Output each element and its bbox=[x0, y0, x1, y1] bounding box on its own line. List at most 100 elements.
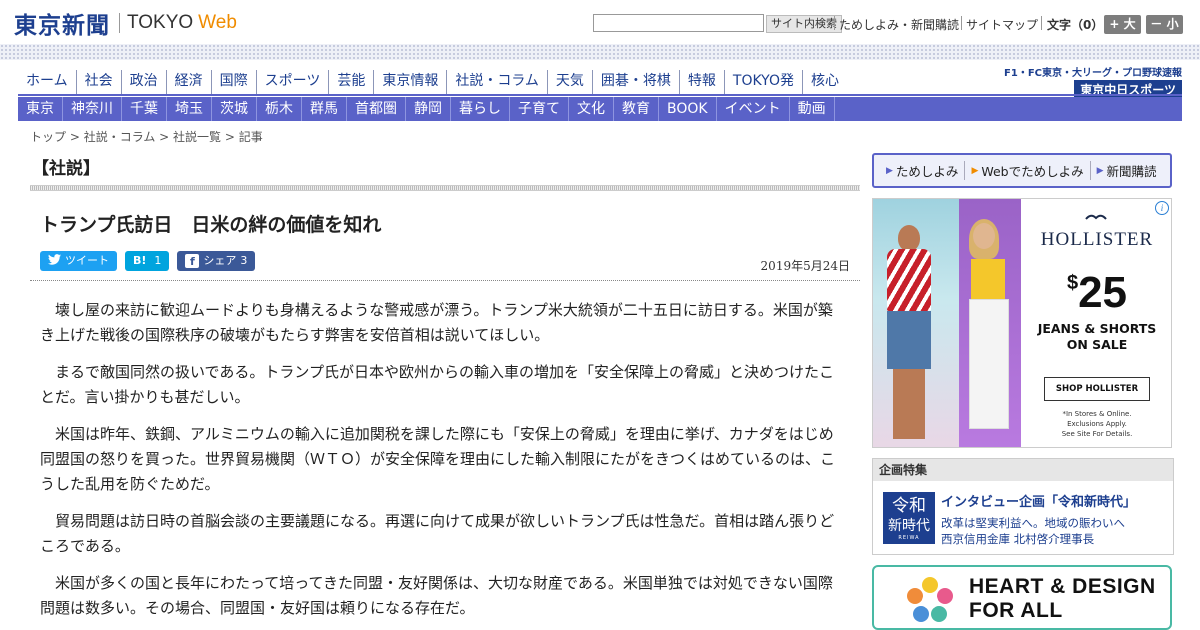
thumb-line1: 令和 bbox=[892, 496, 926, 516]
region-nav-item[interactable]: 子育て bbox=[510, 97, 569, 121]
text-size-label: 文字（0） bbox=[1047, 18, 1104, 32]
hatena-bookmark-button[interactable]: B! 1 bbox=[125, 251, 170, 271]
breadcrumb-current: 記事 bbox=[238, 130, 263, 144]
share-buttons: ツイート B! 1 f シェア 3 bbox=[40, 251, 256, 271]
article-paragraph: 壊し屋の来訪に歓迎ムードよりも身構えるような警戒感が漂う。トランプ米大統領が二十… bbox=[40, 301, 833, 344]
article-paragraph: まるで敵国同然の扱いである。トランプ氏が日本や欧州からの輸入車の増加を「安全保障… bbox=[40, 363, 834, 406]
ad-photo-figure bbox=[969, 299, 1009, 429]
sports-promo-line1: F1・FC東京・大リーグ・プロ野球速報 bbox=[1004, 68, 1182, 79]
main-nav-underline bbox=[18, 94, 1182, 96]
article-paragraph: 貿易問題は訪日時の首脳会談の主要議題になる。再選に向けて成果が欲しいトランプ氏は… bbox=[40, 512, 835, 555]
header-pattern-band bbox=[0, 44, 1200, 60]
ad-copy: HOLLISTER $25 JEANS & SHORTS ON SALE SHO… bbox=[1021, 199, 1171, 447]
util-divider bbox=[961, 16, 962, 30]
facebook-share-button[interactable]: f シェア 3 bbox=[177, 251, 256, 271]
region-nav-item[interactable]: 千葉 bbox=[122, 97, 167, 121]
ad-fine-line: *In Stores & Online. bbox=[1062, 410, 1132, 418]
publish-date: 2019年5月24日 bbox=[760, 259, 850, 273]
main-nav-item[interactable]: 政治 bbox=[122, 70, 167, 94]
top-header: 東京新聞 TOKYO Web サイト内検索 ためしよみ・新聞購読 サイトマップ … bbox=[0, 0, 1200, 44]
feature-title-link[interactable]: インタビュー企画「令和新時代」 bbox=[941, 491, 1136, 510]
thumb-line3: REIWA bbox=[898, 535, 920, 541]
arrow-right-icon: ▶ bbox=[886, 165, 893, 176]
ad-price: $25 bbox=[1021, 261, 1171, 317]
region-nav-item[interactable]: 神奈川 bbox=[63, 97, 122, 121]
text-size-down-button[interactable]: － 小 bbox=[1146, 15, 1183, 34]
ad-fine-print: *In Stores & Online. Exclusions Apply. S… bbox=[1021, 409, 1171, 439]
section-divider bbox=[30, 185, 860, 191]
breadcrumb-link[interactable]: 社説・コラム bbox=[84, 130, 156, 144]
main-nav-item[interactable]: 天気 bbox=[548, 70, 593, 94]
article-body: 壊し屋の来訪に歓迎ムードよりも身構えるような警戒感が漂う。トランプ米大統領が二十… bbox=[40, 298, 842, 630]
hatena-b-icon: B! bbox=[133, 254, 147, 267]
thumb-line2: 新時代 bbox=[888, 518, 930, 534]
site-search-input[interactable] bbox=[593, 14, 764, 32]
util-divider bbox=[834, 16, 835, 30]
ad-price-value: 25 bbox=[1078, 268, 1128, 317]
region-nav-item[interactable]: BOOK bbox=[659, 97, 717, 121]
trial-subscribe-link[interactable]: ためしよみ・新聞購読 bbox=[839, 16, 959, 33]
reiwa-feature-thumbnail[interactable]: 令和 新時代 REIWA bbox=[883, 492, 935, 544]
facebook-f-icon: f bbox=[185, 254, 200, 268]
ad-photo-figure bbox=[887, 311, 931, 369]
region-nav-item[interactable]: 暮らし bbox=[451, 97, 510, 121]
region-nav: 東京 神奈川 千葉 埼玉 茨城 栃木 群馬 首都圏 静岡 暮らし 子育て 文化 … bbox=[18, 97, 1182, 121]
ad-subhead-line1: JEANS & SHORTS bbox=[1037, 321, 1157, 336]
hollister-ad[interactable]: HOLLISTER $25 JEANS & SHORTS ON SALE SHO… bbox=[872, 198, 1172, 448]
region-nav-item[interactable]: 茨城 bbox=[212, 97, 257, 121]
seagull-logo-icon bbox=[1085, 211, 1107, 227]
ad-subhead: JEANS & SHORTS ON SALE bbox=[1021, 321, 1171, 353]
main-nav-item[interactable]: 芸能 bbox=[329, 70, 375, 94]
shop-hollister-button[interactable]: SHOP HOLLISTER bbox=[1044, 377, 1150, 401]
site-search-button[interactable]: サイト内検索 bbox=[766, 15, 842, 33]
ad-price-symbol: $ bbox=[1066, 272, 1079, 294]
hatena-count: 1 bbox=[154, 254, 162, 267]
trial-read-link[interactable]: ▶ ためしよみ bbox=[880, 161, 966, 180]
site-logo[interactable]: 東京新聞 TOKYO Web bbox=[14, 8, 237, 39]
main-nav-item[interactable]: スポーツ bbox=[257, 70, 330, 94]
breadcrumb-link[interactable]: 社説一覧 bbox=[173, 130, 221, 144]
region-nav-item[interactable]: 首都圏 bbox=[347, 97, 406, 121]
region-nav-item[interactable]: イベント bbox=[717, 97, 790, 121]
heart-design-flower-logo-icon bbox=[907, 577, 953, 622]
region-nav-item[interactable]: 文化 bbox=[569, 97, 614, 121]
region-nav-item[interactable]: 動画 bbox=[790, 97, 835, 121]
feature-heading: 企画特集 bbox=[873, 459, 1173, 481]
main-nav-item[interactable]: 社説・コラム bbox=[447, 70, 548, 94]
adchoices-info-icon[interactable]: i bbox=[1155, 201, 1169, 215]
twitter-bird-icon bbox=[48, 251, 61, 271]
main-nav-item[interactable]: 囲碁・将棋 bbox=[593, 70, 680, 94]
text-size-up-button[interactable]: + 大 bbox=[1104, 15, 1141, 34]
trial-subscribe-box: ▶ ためしよみ ▶ Webでためしよみ ▶ 新聞購読 bbox=[872, 153, 1172, 188]
main-nav-item[interactable]: 特報 bbox=[680, 70, 725, 94]
logo-en-text: TOKYO bbox=[127, 12, 194, 33]
feature-description[interactable]: 改革は堅実利益へ。地域の賑わいへ 西京信用金庫 北村啓介理事長 bbox=[941, 515, 1125, 547]
region-nav-item[interactable]: 埼玉 bbox=[167, 97, 212, 121]
fb-share-label: シェア bbox=[203, 254, 237, 267]
breadcrumb-separator: > bbox=[155, 130, 174, 144]
main-nav-item[interactable]: 社会 bbox=[77, 70, 122, 94]
date-divider bbox=[30, 280, 860, 281]
main-nav-item[interactable]: 東京情報 bbox=[374, 70, 448, 94]
region-nav-item[interactable]: 静岡 bbox=[406, 97, 451, 121]
arrow-right-icon: ▶ bbox=[1096, 165, 1104, 176]
main-nav-item[interactable]: 経済 bbox=[167, 70, 212, 94]
breadcrumb-link[interactable]: トップ bbox=[30, 130, 66, 144]
main-nav-item[interactable]: 核心 bbox=[803, 70, 847, 94]
region-nav-item[interactable]: 教育 bbox=[614, 97, 659, 121]
sitemap-link[interactable]: サイトマップ bbox=[966, 16, 1038, 33]
main-nav-item[interactable]: 国際 bbox=[212, 70, 257, 94]
heart-design-banner[interactable]: HEART & DESIGN FOR ALL bbox=[872, 565, 1172, 630]
logo-web-text: Web bbox=[198, 12, 237, 33]
main-nav-item[interactable]: TOKYO発 bbox=[725, 70, 803, 94]
web-trial-read-link[interactable]: ▶ Webでためしよみ bbox=[965, 161, 1091, 180]
region-nav-item[interactable]: 栃木 bbox=[257, 97, 302, 121]
tweet-button[interactable]: ツイート bbox=[40, 251, 117, 271]
main-nav-item[interactable]: ホーム bbox=[18, 70, 77, 94]
region-nav-item[interactable]: 群馬 bbox=[302, 97, 347, 121]
article-paragraph: 米国が多くの国と長年にわたって培ってきた同盟・友好関係は、大切な財産である。米国… bbox=[40, 574, 833, 617]
ad-photo-figure bbox=[973, 223, 995, 249]
region-nav-item[interactable]: 東京 bbox=[18, 97, 63, 121]
subscribe-link[interactable]: ▶ 新聞購読 bbox=[1091, 161, 1163, 180]
subscribe-label: 新聞購読 bbox=[1106, 164, 1157, 179]
